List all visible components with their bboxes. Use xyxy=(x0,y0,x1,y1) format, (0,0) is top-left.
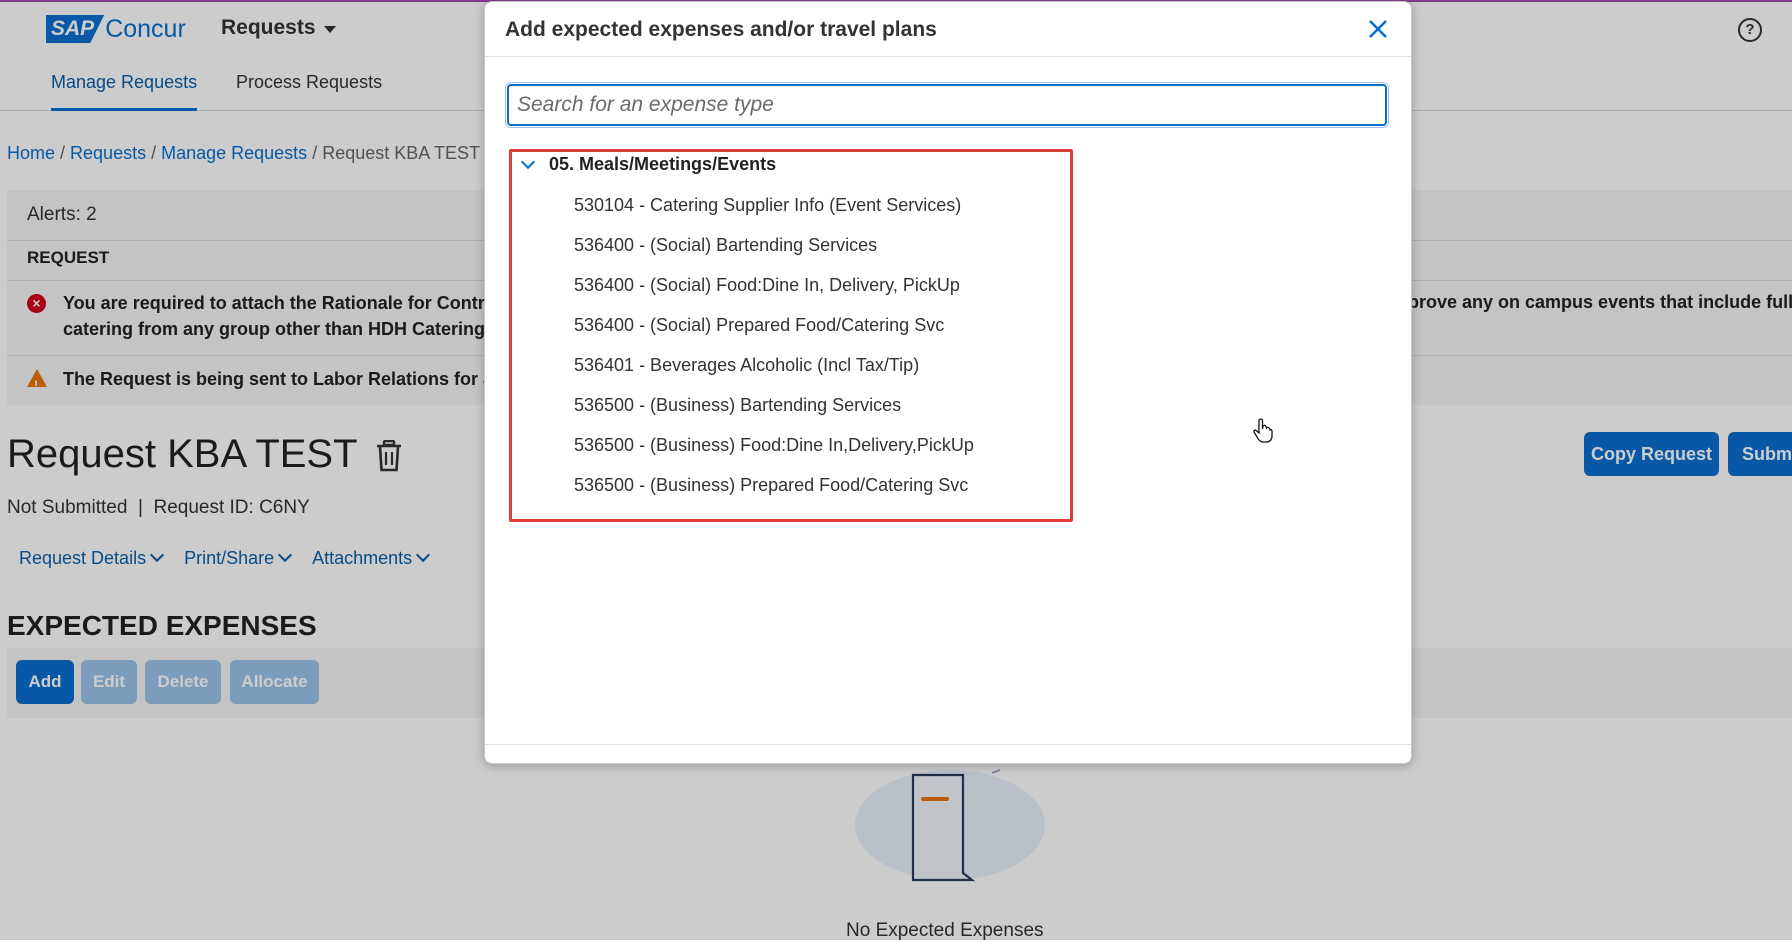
expense-type-item[interactable]: 536400 - (Social) Bartending Services xyxy=(574,235,877,256)
expense-type-item[interactable]: 536400 - (Social) Food:Dine In, Delivery… xyxy=(574,275,960,296)
modal-footer-divider xyxy=(485,744,1411,745)
modal-header-divider xyxy=(485,56,1411,57)
chevron-down-icon xyxy=(520,154,536,170)
category-label: 05. Meals/Meetings/Events xyxy=(549,154,777,174)
add-expense-modal: Add expected expenses and/or travel plan… xyxy=(484,1,1412,764)
expense-type-item[interactable]: 536401 - Beverages Alcoholic (Incl Tax/T… xyxy=(574,355,919,376)
hand-cursor-icon xyxy=(1253,418,1273,443)
category-toggle[interactable]: 05. Meals/Meetings/Events xyxy=(519,154,776,175)
modal-title: Add expected expenses and/or travel plan… xyxy=(505,18,937,41)
expense-type-search-input[interactable] xyxy=(505,82,1389,128)
expense-type-item[interactable]: 536500 - (Business) Food:Dine In,Deliver… xyxy=(574,435,974,456)
expense-type-item[interactable]: 536500 - (Business) Bartending Services xyxy=(574,395,901,416)
expense-type-item[interactable]: 536500 - (Business) Prepared Food/Cateri… xyxy=(574,475,968,496)
close-icon[interactable] xyxy=(1365,16,1391,42)
expense-type-item[interactable]: 530104 - Catering Supplier Info (Event S… xyxy=(574,195,961,216)
expense-type-item[interactable]: 536400 - (Social) Prepared Food/Catering… xyxy=(574,315,944,336)
